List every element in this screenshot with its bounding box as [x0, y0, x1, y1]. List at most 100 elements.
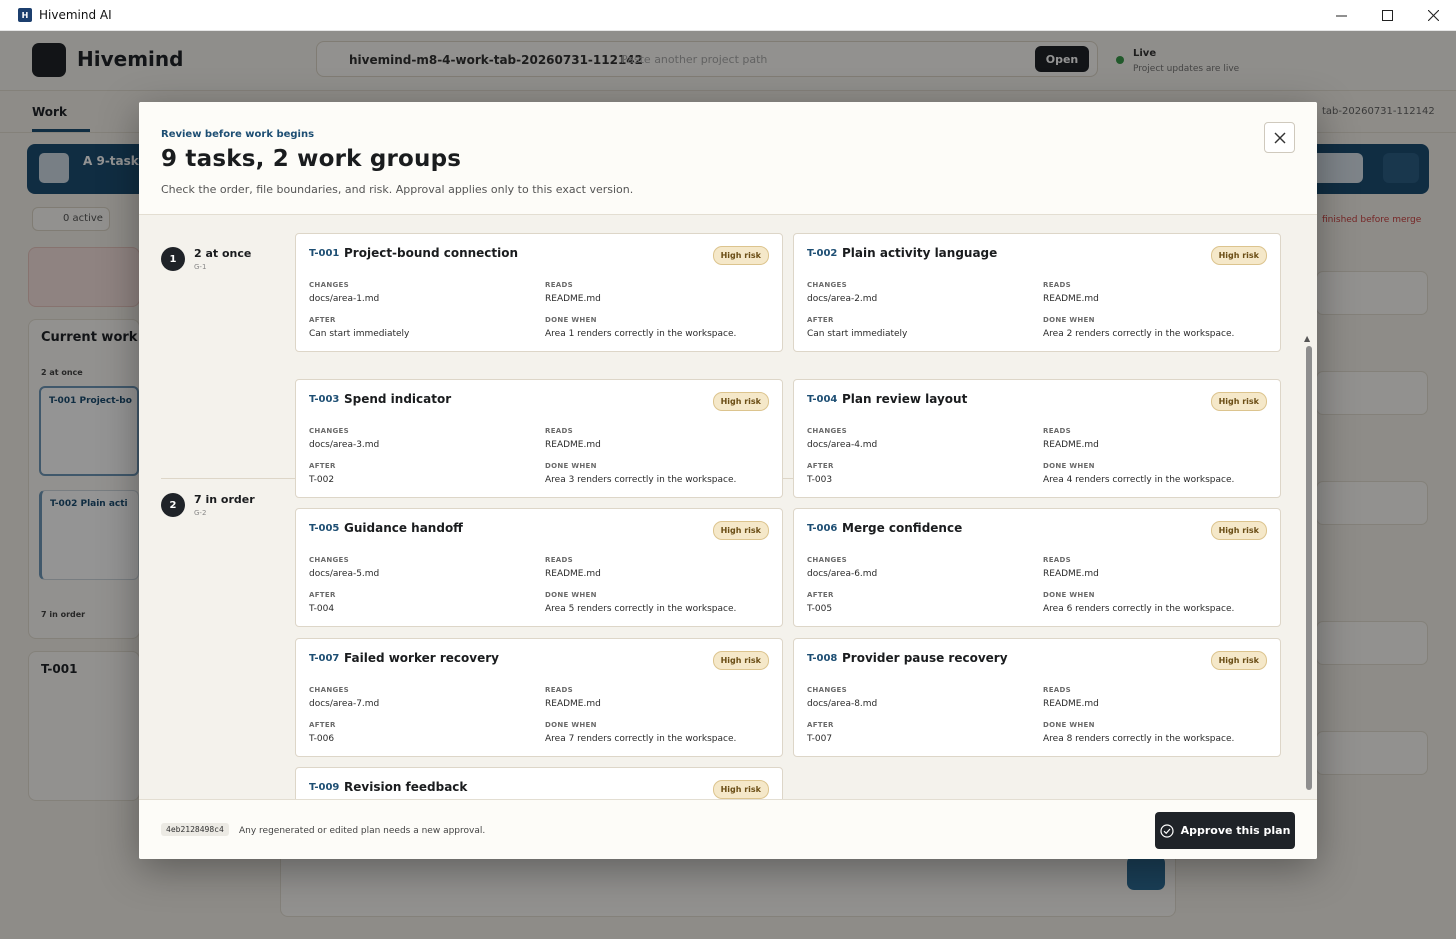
reads-label: READS — [545, 686, 573, 694]
after-label: AFTER — [807, 316, 834, 324]
dialog-body[interactable]: 1 2 at once G-1 2 7 in order G-2 T-001 Pr… — [139, 216, 1317, 799]
dialog-subtitle: Check the order, file boundaries, and ri… — [161, 183, 634, 196]
task-card-t-004[interactable]: T-004 Plan review layout High risk CHANGES d… — [793, 379, 1281, 498]
after-label: AFTER — [807, 591, 834, 599]
scroll-up-icon[interactable]: ▲ — [1304, 334, 1310, 343]
after-value: Can start immediately — [807, 329, 908, 339]
task-card-t-007[interactable]: T-007 Failed worker recovery High risk CHAN… — [295, 638, 783, 757]
risk-badge: High risk — [1210, 521, 1267, 540]
task-name: Plain activity language — [842, 246, 998, 260]
done-when-value: Area 8 renders correctly in the workspac… — [1043, 734, 1235, 744]
changes-value: docs/area-6.md — [807, 569, 878, 579]
done-when-value: Area 1 renders correctly in the workspac… — [545, 329, 737, 339]
changes-value: docs/area-7.md — [309, 699, 380, 709]
done-when-value: Area 5 renders correctly in the workspac… — [545, 604, 737, 614]
risk-badge: High risk — [712, 521, 769, 540]
reads-value: README.md — [1043, 699, 1099, 709]
maximize-icon — [1381, 10, 1393, 21]
dialog-title: 9 tasks, 2 work groups — [161, 146, 462, 172]
task-id: T-008 — [807, 653, 838, 664]
maximize-button[interactable] — [1364, 0, 1410, 31]
done-when-label: DONE WHEN — [545, 316, 597, 324]
done-when-label: DONE WHEN — [1043, 462, 1095, 470]
reads-value: README.md — [545, 440, 601, 450]
task-name: Failed worker recovery — [344, 651, 499, 665]
task-id: T-009 — [309, 782, 340, 793]
risk-badge: High risk — [712, 392, 769, 411]
after-value: T-003 — [807, 475, 833, 485]
group-number-badge: 1 — [161, 247, 185, 271]
task-id: T-003 — [309, 394, 340, 405]
window-close-button[interactable] — [1410, 0, 1456, 31]
done-when-label: DONE WHEN — [545, 591, 597, 599]
done-when-value: Area 2 renders correctly in the workspac… — [1043, 329, 1235, 339]
task-id: T-007 — [309, 653, 340, 664]
changes-label: CHANGES — [309, 686, 349, 694]
task-name: Guidance handoff — [344, 521, 463, 535]
approve-plan-label: Approve this plan — [1180, 824, 1291, 837]
task-card-t-006[interactable]: T-006 Merge confidence High risk CHANGES doc… — [793, 508, 1281, 627]
group-id: G-1 — [194, 263, 207, 271]
changes-value: docs/area-8.md — [807, 699, 878, 709]
work-group-2: 2 7 in order G-2 — [161, 493, 255, 517]
group-title: 7 in order — [194, 493, 255, 506]
task-name: Project-bound connection — [344, 246, 519, 260]
after-value: T-004 — [309, 604, 335, 614]
reads-label: READS — [1043, 686, 1071, 694]
reads-value: README.md — [545, 699, 601, 709]
done-when-label: DONE WHEN — [545, 462, 597, 470]
work-group-1: 1 2 at once G-1 — [161, 247, 251, 271]
app-icon: H — [18, 8, 32, 22]
changes-value: docs/area-4.md — [807, 440, 878, 450]
task-name: Spend indicator — [344, 392, 452, 406]
task-name: Provider pause recovery — [842, 651, 1008, 665]
after-label: AFTER — [309, 462, 336, 470]
done-when-value: Area 4 renders correctly in the workspac… — [1043, 475, 1235, 485]
minimize-icon — [1335, 15, 1347, 17]
window-controls — [1318, 0, 1456, 31]
changes-value: docs/area-5.md — [309, 569, 380, 579]
approval-note: Any regenerated or edited plan needs a n… — [239, 826, 486, 836]
reads-value: README.md — [545, 294, 601, 304]
risk-badge: High risk — [1210, 246, 1267, 265]
task-card-t-005[interactable]: T-005 Guidance handoff High risk CHANGES doc… — [295, 508, 783, 627]
changes-label: CHANGES — [309, 556, 349, 564]
reads-value: README.md — [1043, 569, 1099, 579]
task-card-t-001[interactable]: T-001 Project-bound connection High risk CH… — [295, 233, 783, 352]
done-when-value: Area 3 renders correctly in the workspac… — [545, 475, 737, 485]
after-value: Can start immediately — [309, 329, 410, 339]
task-id: T-002 — [807, 248, 838, 259]
scroll-thumb[interactable] — [1306, 346, 1312, 790]
after-value: T-002 — [309, 475, 335, 485]
minimize-button[interactable] — [1318, 0, 1364, 31]
after-label: AFTER — [309, 721, 336, 729]
check-circle-icon — [1159, 823, 1174, 838]
risk-badge: High risk — [712, 246, 769, 265]
task-name: Revision feedback — [344, 780, 468, 794]
reads-label: READS — [545, 556, 573, 564]
approve-plan-button[interactable]: Approve this plan — [1155, 812, 1295, 849]
dialog-scrollbar[interactable]: ▲ ▼ — [1304, 334, 1313, 799]
dialog-eyebrow: Review before work begins — [161, 129, 315, 140]
task-card-t-003[interactable]: T-003 Spend indicator High risk CHANGES docs… — [295, 379, 783, 498]
after-value: T-007 — [807, 734, 833, 744]
done-when-label: DONE WHEN — [1043, 591, 1095, 599]
task-id: T-005 — [309, 523, 340, 534]
reads-label: READS — [545, 427, 573, 435]
task-card-t-002[interactable]: T-002 Plain activity language High risk CHA… — [793, 233, 1281, 352]
done-when-value: Area 6 renders correctly in the workspac… — [1043, 604, 1235, 614]
done-when-label: DONE WHEN — [1043, 316, 1095, 324]
done-when-label: DONE WHEN — [1043, 721, 1095, 729]
dialog-close-button[interactable] — [1264, 122, 1295, 153]
plan-version-hash: 4eb2128498c4 — [161, 823, 229, 836]
group-title: 2 at once — [194, 247, 252, 260]
risk-badge: High risk — [1210, 651, 1267, 670]
task-card-t-009[interactable]: T-009 Revision feedback High risk — [295, 767, 783, 799]
task-card-t-008[interactable]: T-008 Provider pause recovery High risk CHA… — [793, 638, 1281, 757]
group-id: G-2 — [194, 509, 207, 517]
changes-label: CHANGES — [807, 427, 847, 435]
dialog-footer: 4eb2128498c4 Any regenerated or edited p… — [139, 799, 1317, 859]
dialog-header: Review before work begins 9 tasks, 2 wor… — [139, 102, 1317, 215]
close-icon — [1274, 132, 1285, 143]
changes-value: docs/area-2.md — [807, 294, 878, 304]
